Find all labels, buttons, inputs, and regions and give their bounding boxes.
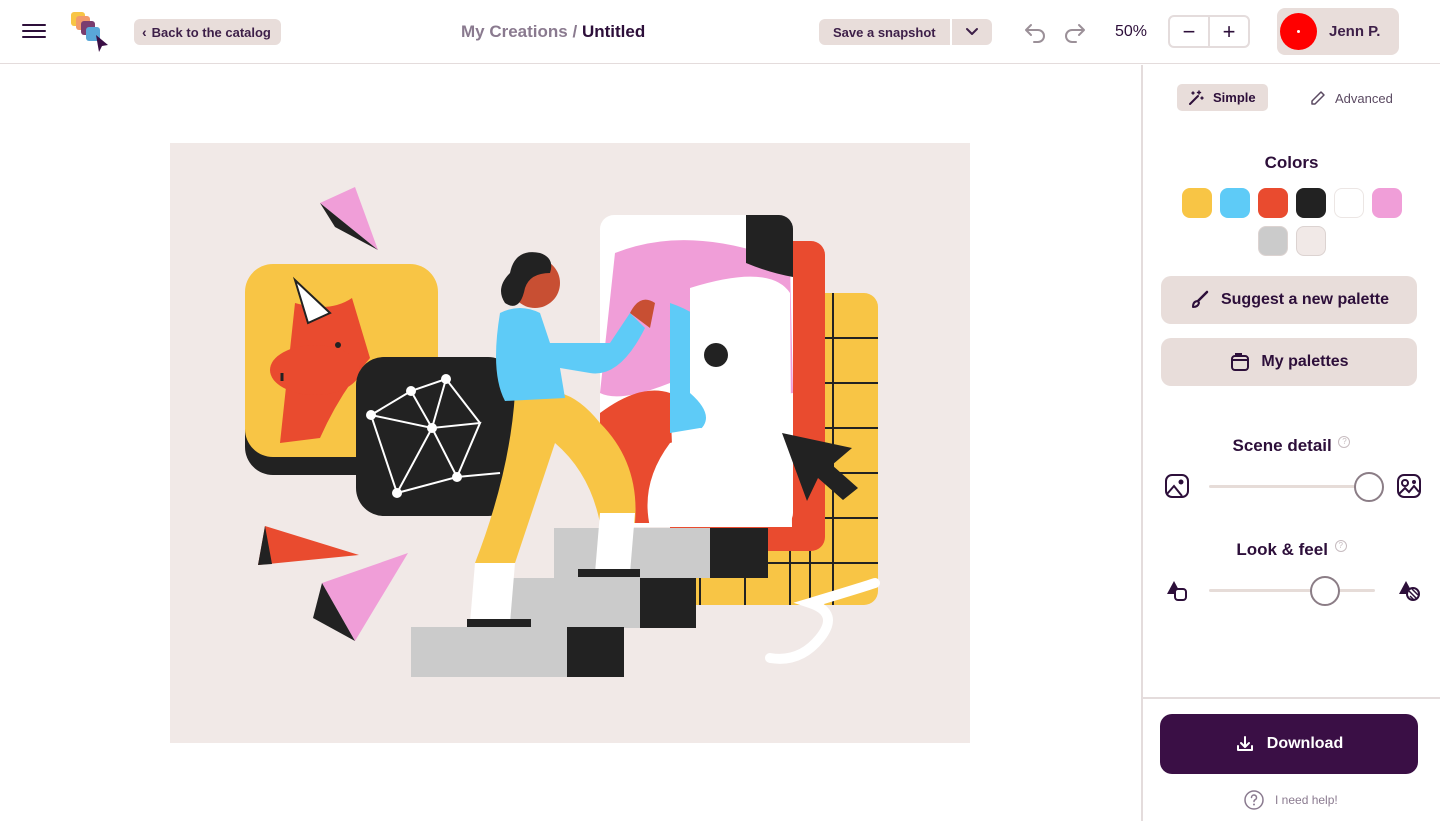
pencil-icon: [1311, 91, 1325, 105]
avatar: [1280, 13, 1317, 50]
hamburger-menu-icon[interactable]: [22, 20, 46, 44]
breadcrumb-parent[interactable]: My Creations /: [461, 22, 577, 41]
app-logo[interactable]: [70, 11, 112, 53]
color-swatch[interactable]: [1220, 188, 1250, 218]
scene-detail-knob[interactable]: [1353, 472, 1384, 502]
shapes-textured-icon: [1399, 581, 1420, 601]
suggest-palette-label: Suggest a new palette: [1220, 291, 1390, 308]
magic-wand-icon: [1189, 89, 1204, 105]
my-palettes-label: My palettes: [1261, 353, 1349, 370]
shapes-simple-icon: [1167, 581, 1187, 601]
canvas-area[interactable]: [0, 65, 1141, 821]
suggest-palette-button[interactable]: Suggest a new palette: [1161, 276, 1417, 324]
chevron-down-icon: [965, 28, 978, 35]
my-palettes-button[interactable]: My palettes: [1161, 338, 1417, 386]
user-menu-button[interactable]: Jenn P.: [1277, 8, 1399, 55]
user-name: Jenn P.: [1329, 23, 1381, 40]
top-bar: ‹ Back to the catalog My Creations / Unt…: [0, 0, 1440, 64]
look-feel-title: Look & feel ?: [1143, 540, 1440, 560]
zoom-in-button[interactable]: +: [1208, 17, 1248, 46]
download-button[interactable]: Download: [1160, 714, 1418, 774]
zoom-controls: − +: [1168, 15, 1250, 48]
color-swatch[interactable]: [1372, 188, 1402, 218]
breadcrumb: My Creations / Untitled: [461, 22, 645, 42]
brush-icon: [1191, 290, 1209, 308]
snapshot-group: Save a snapshot: [819, 19, 992, 45]
illustration: [245, 187, 880, 677]
scene-detail-title: Scene detail ?: [1143, 436, 1440, 456]
mode-simple-tab[interactable]: Simple: [1177, 84, 1268, 111]
question-circle-icon: [1244, 790, 1264, 810]
image-detailed-icon: [1397, 474, 1421, 498]
mode-advanced-label: Advanced: [1335, 90, 1393, 106]
download-label: Download: [1266, 735, 1344, 752]
zoom-level: 50%: [1115, 23, 1148, 40]
color-swatch[interactable]: [1258, 188, 1288, 218]
help-label: I need help!: [1275, 793, 1338, 807]
back-button-label: Back to the catalog: [151, 24, 271, 40]
chevron-left-icon: ‹: [142, 24, 147, 40]
zoom-out-button[interactable]: −: [1170, 17, 1208, 46]
download-icon: [1236, 736, 1253, 751]
save-snapshot-button[interactable]: Save a snapshot: [819, 19, 950, 45]
help-link[interactable]: I need help!: [1243, 789, 1338, 811]
color-swatch[interactable]: [1182, 188, 1212, 218]
scene-detail-label: Scene detail: [1232, 436, 1332, 455]
help-circle-icon[interactable]: ?: [1338, 436, 1351, 448]
color-swatch[interactable]: [1296, 226, 1326, 256]
back-to-catalog-button[interactable]: ‹ Back to the catalog: [134, 19, 281, 45]
color-swatch[interactable]: [1296, 188, 1326, 218]
look-feel-knob[interactable]: [1310, 576, 1341, 606]
scene-detail-track[interactable]: [1209, 485, 1377, 488]
mode-advanced-tab[interactable]: Advanced: [1309, 89, 1393, 107]
palette-folder-icon: [1231, 353, 1250, 371]
look-feel-label: Look & feel: [1236, 540, 1328, 559]
panel-footer: Download I need help!: [1143, 697, 1440, 821]
colors-title: Colors: [1264, 153, 1319, 172]
snapshot-dropdown-button[interactable]: [951, 19, 992, 45]
color-swatch[interactable]: [1258, 226, 1288, 256]
breadcrumb-current[interactable]: Untitled: [582, 22, 645, 41]
undo-icon[interactable]: [1023, 20, 1047, 44]
mode-simple-label: Simple: [1213, 90, 1256, 105]
help-circle-icon[interactable]: ?: [1334, 540, 1347, 552]
color-swatch[interactable]: [1334, 188, 1364, 218]
image-simple-icon: [1165, 474, 1189, 498]
artboard[interactable]: [170, 143, 970, 743]
redo-icon[interactable]: [1063, 20, 1087, 44]
properties-panel: Simple Advanced Colors Suggest a new pal…: [1141, 65, 1440, 821]
look-feel-track[interactable]: [1209, 589, 1375, 592]
